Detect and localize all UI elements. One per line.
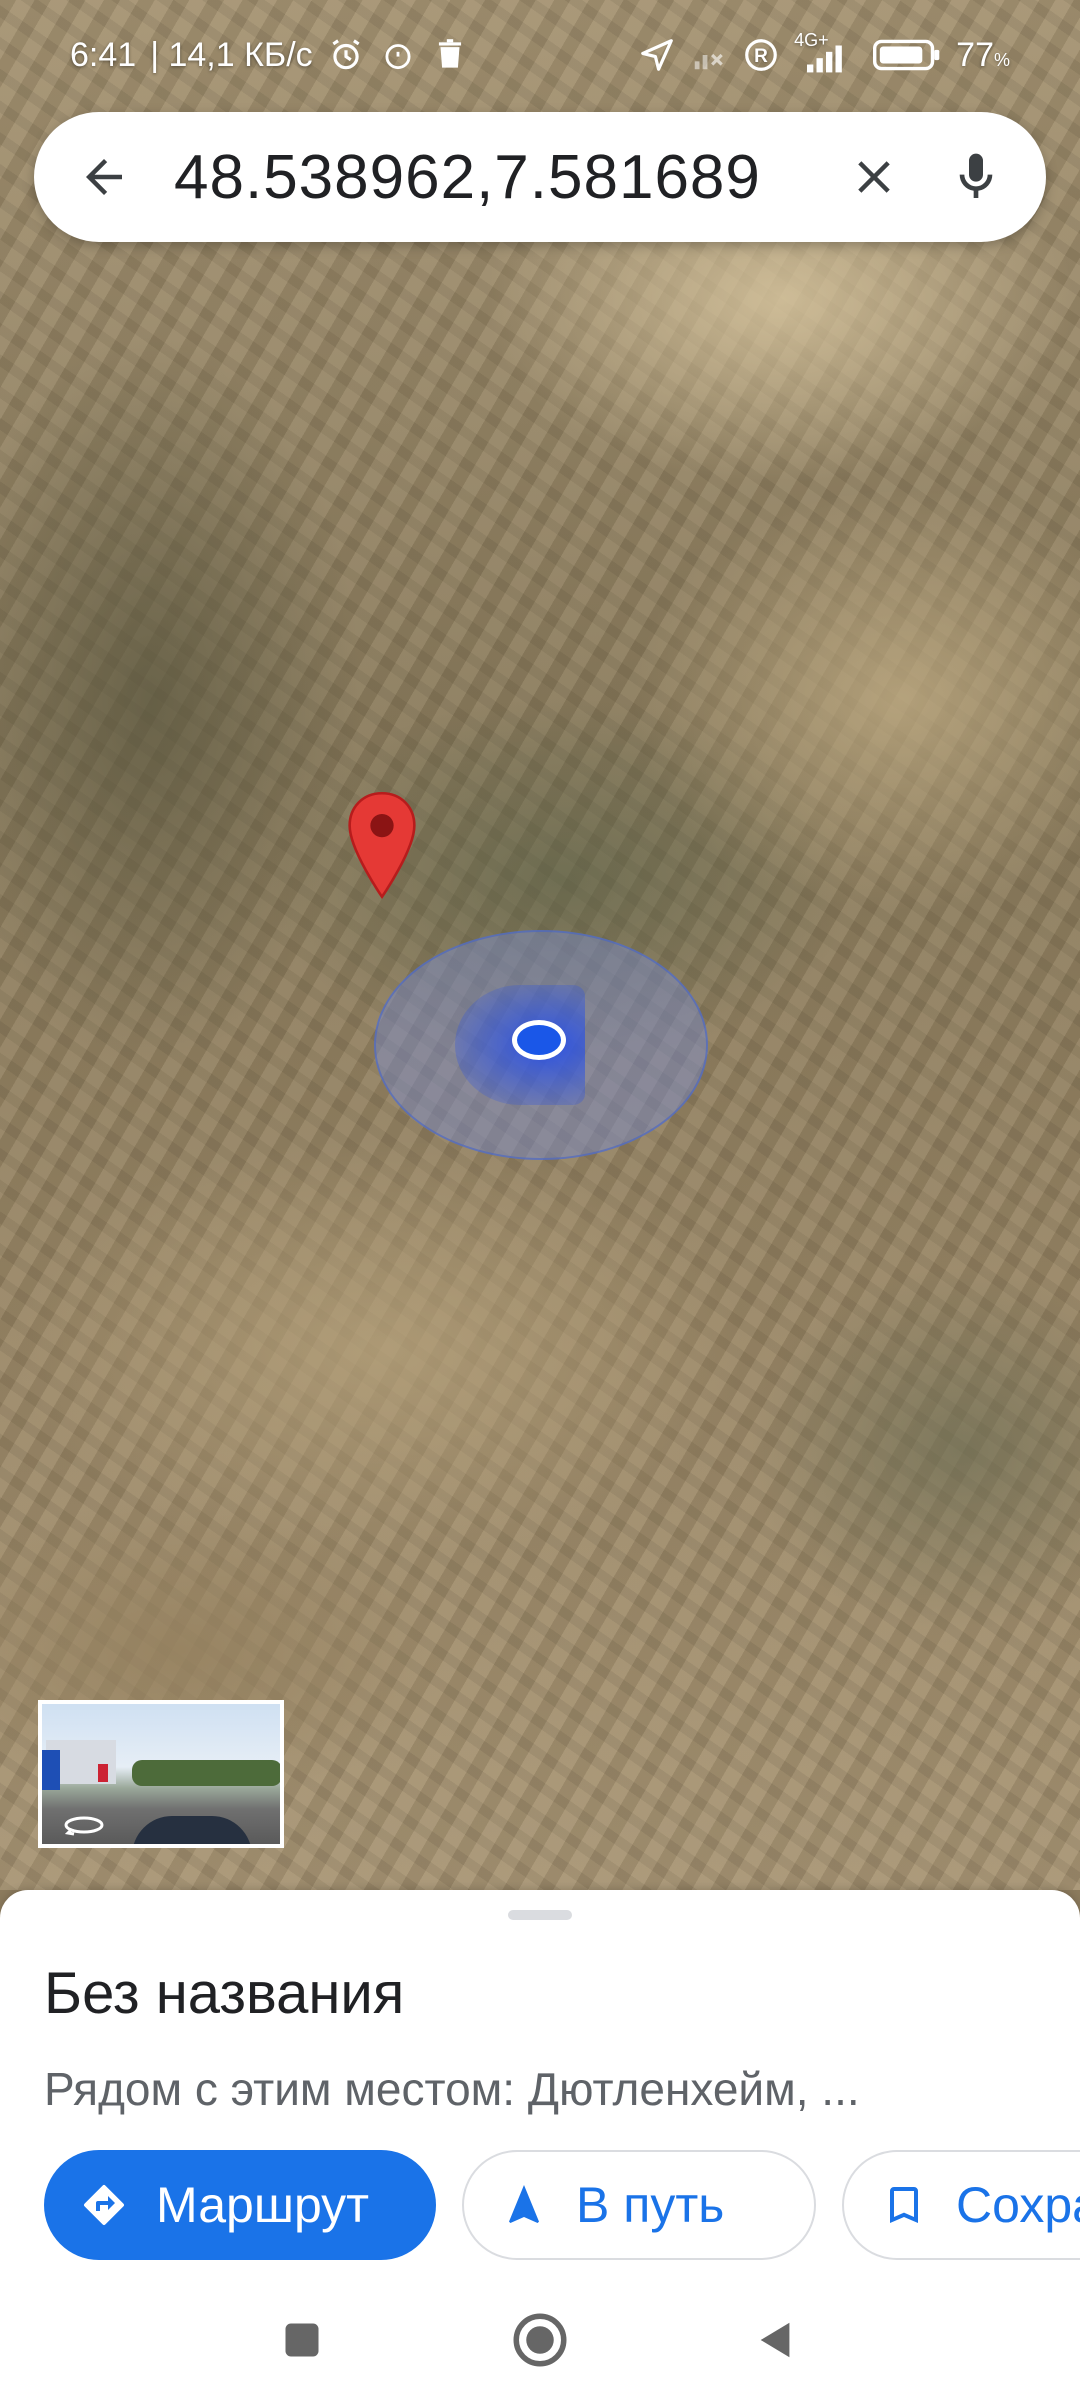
thumb-car <box>132 1816 252 1844</box>
back-triangle-icon <box>760 2322 790 2358</box>
system-navigation-bar <box>0 2280 1080 2400</box>
home-button[interactable] <box>504 2304 576 2376</box>
alarm-clock-icon <box>379 36 417 74</box>
sheet-drag-handle[interactable] <box>508 1910 572 1920</box>
battery-level: 77% <box>956 35 1010 74</box>
alarm-icon <box>327 36 365 74</box>
no-signal-icon <box>690 36 728 74</box>
search-input[interactable]: 48.538962,7.581689 <box>144 142 834 213</box>
search-bar[interactable]: 48.538962,7.581689 <box>34 112 1046 242</box>
svg-text:R: R <box>754 46 768 67</box>
status-network-speed: | 14,1 КБ/с <box>150 35 313 74</box>
navigation-arrow-icon <box>509 2185 539 2223</box>
clear-search-button[interactable] <box>834 137 914 217</box>
trash-icon <box>431 36 469 74</box>
action-chips: Маршрут В путь Сохран <box>44 2150 1080 2260</box>
voice-search-button[interactable] <box>936 137 1016 217</box>
thumb-trees <box>132 1760 280 1786</box>
recents-square-icon <box>285 2323 319 2357</box>
status-bar-right: R 4G+ 77% <box>638 30 1010 75</box>
place-title: Без названия <box>44 1961 405 2026</box>
battery-icon <box>872 36 942 74</box>
directions-button[interactable]: Маршрут <box>44 2150 436 2260</box>
back-button[interactable] <box>64 137 144 217</box>
current-location-dot[interactable] <box>512 1020 566 1060</box>
save-button[interactable]: Сохран <box>842 2150 1080 2260</box>
rotate-360-icon <box>64 1816 104 1836</box>
status-time: 6:41 <box>70 35 137 74</box>
nearby-description: Рядом с этим местом: Дютленхейм, ... <box>44 2063 860 2115</box>
home-circle-icon <box>513 2313 567 2367</box>
network-type-label: 4G+ <box>794 30 829 50</box>
roaming-icon: R <box>742 36 780 74</box>
directions-icon <box>84 2185 124 2225</box>
street-view-thumbnail[interactable] <box>38 1700 284 1848</box>
close-icon <box>858 161 890 193</box>
save-label: Сохран <box>956 2177 1080 2233</box>
start-navigation-button[interactable]: В путь <box>462 2150 816 2260</box>
signal-icon: 4G+ <box>794 30 858 74</box>
back-nav-button[interactable] <box>740 2304 812 2376</box>
thumb-sign <box>42 1750 60 1790</box>
location-arrow-icon <box>638 36 676 74</box>
start-label: В путь <box>576 2177 725 2233</box>
arrow-back-icon <box>86 159 122 195</box>
status-bar: 6:41 | 14,1 КБ/с R 4G+ 77% <box>0 0 1080 110</box>
status-bar-left: 6:41 | 14,1 КБ/с <box>70 36 469 75</box>
maps-screen: 6:41 | 14,1 КБ/с R 4G+ 77% 48.538962,7.5… <box>0 0 1080 2400</box>
recents-button[interactable] <box>266 2304 338 2376</box>
mic-icon <box>959 153 993 198</box>
directions-label: Маршрут <box>156 2177 370 2233</box>
thumb-post <box>98 1764 108 1782</box>
bookmark-icon <box>890 2187 918 2223</box>
place-pin-icon[interactable] <box>342 790 422 900</box>
